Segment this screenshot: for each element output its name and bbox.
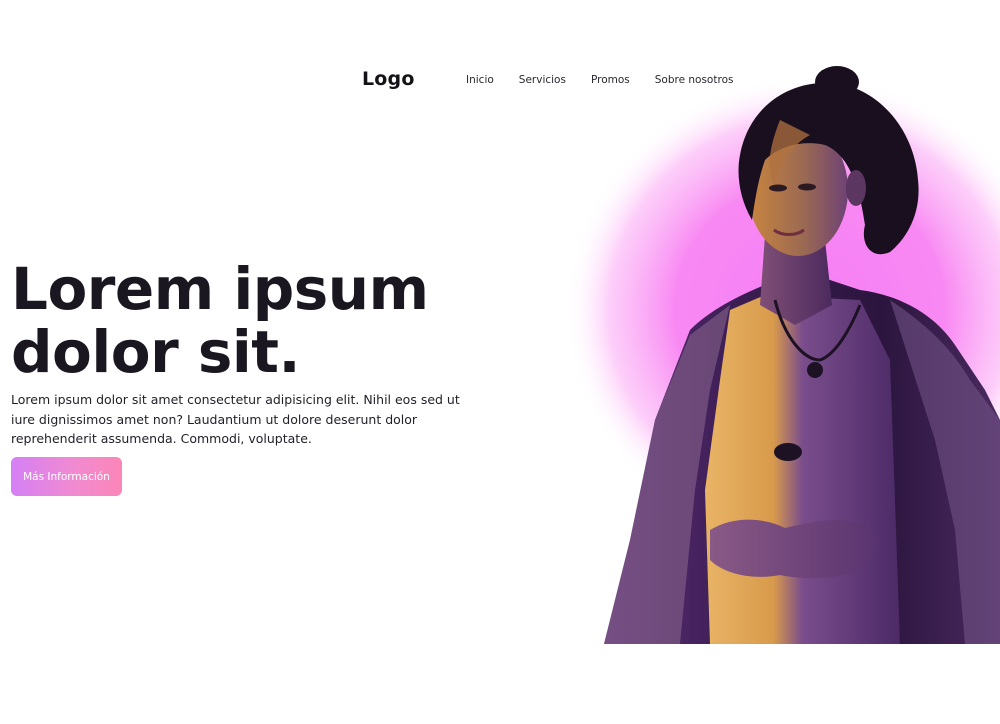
pendant-shape	[807, 362, 823, 378]
hands-shape	[710, 519, 876, 579]
left-eye-shape	[769, 184, 787, 192]
dress-shape	[705, 295, 900, 644]
nav-item-servicios[interactable]: Servicios	[519, 74, 566, 86]
chest-emblem-shape	[774, 443, 802, 461]
right-eye-shape	[798, 183, 816, 191]
hero-portrait-illustration	[565, 66, 1000, 644]
hair-bun-shape	[815, 66, 859, 98]
hero-title: Lorem ipsum dolor sit.	[11, 258, 471, 384]
ear-shape	[846, 170, 866, 206]
hero-title-line-2: dolor sit.	[11, 318, 301, 386]
more-info-button[interactable]: Más Información	[11, 457, 122, 496]
nav-item-inicio[interactable]: Inicio	[466, 74, 494, 86]
site-logo[interactable]: Logo	[362, 68, 415, 90]
hero-image	[560, 60, 1000, 644]
hero-title-line-1: Lorem ipsum	[11, 255, 429, 323]
hero-description: Lorem ipsum dolor sit amet consectetur a…	[11, 392, 460, 446]
